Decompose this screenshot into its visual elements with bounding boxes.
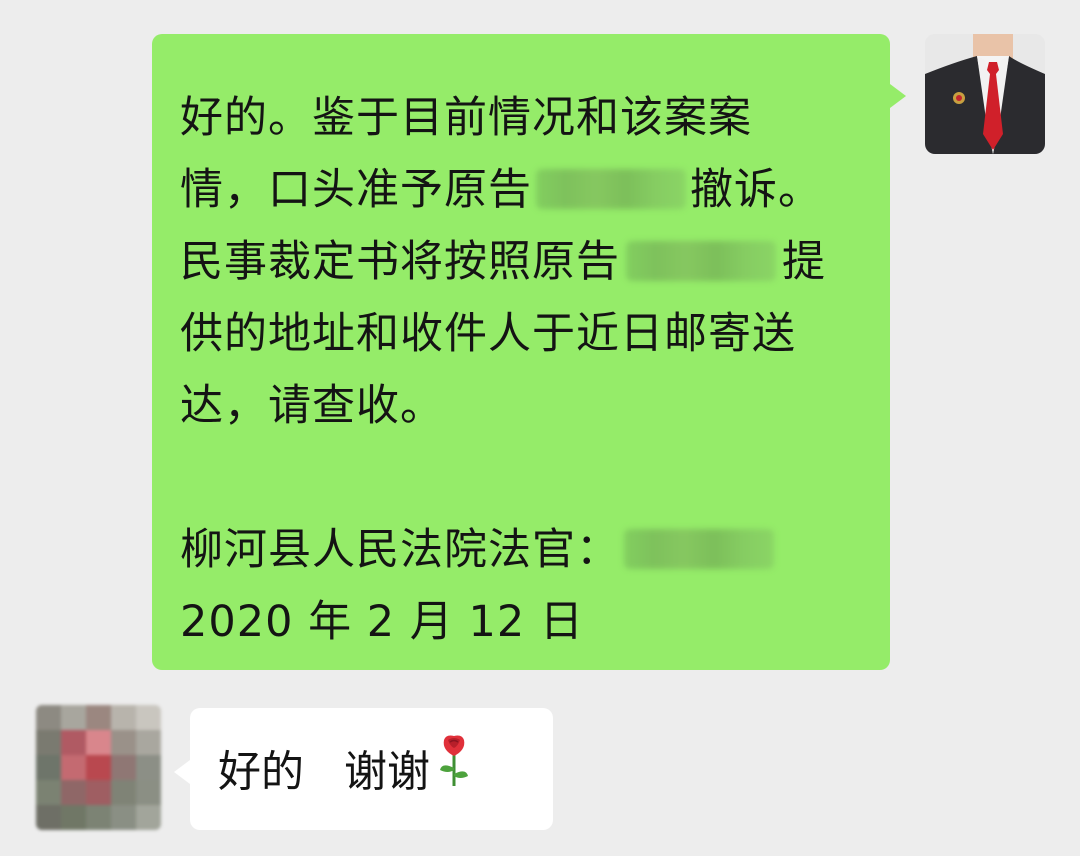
message-line: 情，口头准予原告 撤诉。 xyxy=(180,165,822,215)
other-user-avatar[interactable] xyxy=(36,705,161,830)
message-line: 民事裁定书将按照原告提 xyxy=(180,237,826,287)
message-line: 达，请查收。 xyxy=(180,381,444,431)
judge-avatar-icon xyxy=(925,34,1045,154)
redacted-name xyxy=(536,168,686,209)
message-signature: 柳河县人民法院法官： xyxy=(180,514,870,586)
redacted-name xyxy=(624,528,774,569)
incoming-message-bubble[interactable]: 好的 谢谢 xyxy=(174,708,553,830)
sender-avatar[interactable] xyxy=(925,34,1045,154)
chat-window: 好的。鉴于目前情况和该案案 情，口头准予原告 撤诉。 民事裁定书将按照原告提 供的… xyxy=(0,0,1080,856)
message-line: 好的。鉴于目前情况和该案案 xyxy=(180,93,752,143)
rose-icon xyxy=(436,732,472,810)
outgoing-message-bubble[interactable]: 好的。鉴于目前情况和该案案 情，口头准予原告 撤诉。 民事裁定书将按照原告提 供的… xyxy=(152,34,906,670)
reply-text: 好的 谢谢 xyxy=(218,735,553,814)
message-line: 供的地址和收件人于近日邮寄送 xyxy=(180,309,796,359)
message-date: 2020 年 2 月 12 日 xyxy=(180,597,584,647)
redacted-name xyxy=(626,240,776,281)
